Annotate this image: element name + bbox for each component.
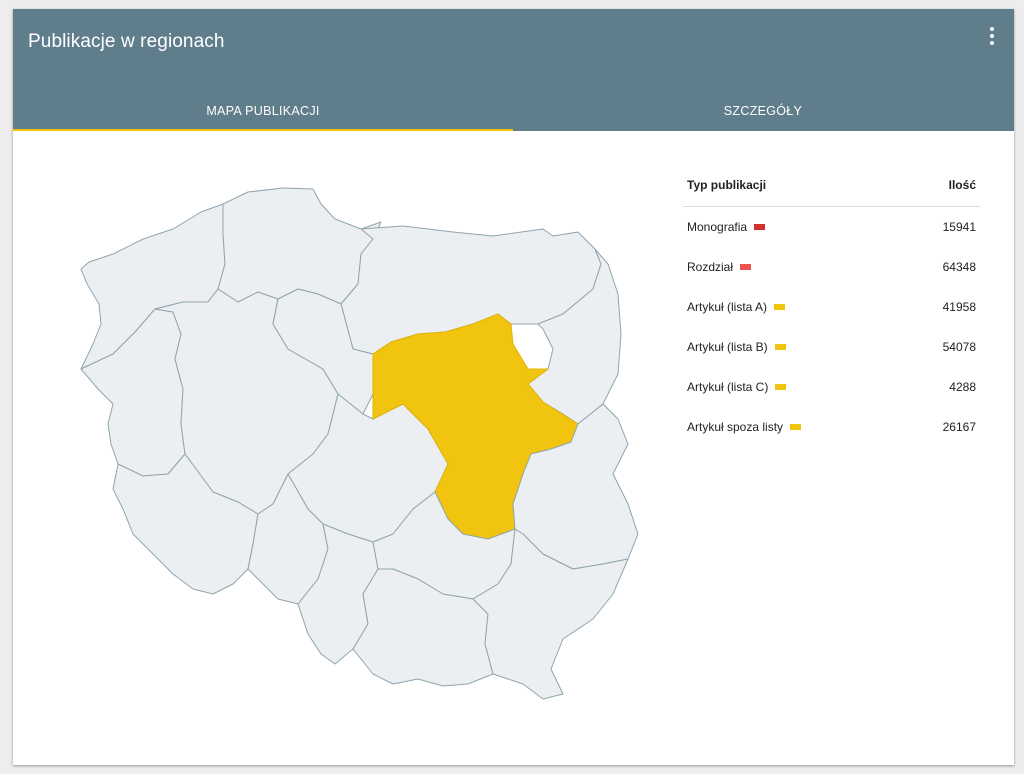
legend-row-count: 26167 (942, 420, 976, 434)
legend-row[interactable]: Artykuł spoza listy 26167 (683, 407, 980, 447)
legend-row-label: Artykuł (lista B) (687, 340, 786, 354)
legend-row-label: Artykuł (lista C) (687, 380, 787, 394)
card-title: Publikacje w regionach (28, 31, 225, 52)
legend-color-swatch (774, 343, 786, 350)
legend-row-label: Artykuł spoza listy (687, 420, 802, 434)
legend-row-name: Artykuł spoza listy (687, 420, 784, 434)
tab-bar: MAPA PUBLIKACJI SZCZEGÓŁY (13, 91, 1014, 131)
poland-map (73, 174, 643, 714)
tab-mapa-publikacji[interactable]: MAPA PUBLIKACJI (13, 91, 513, 131)
legend-row[interactable]: Artykuł (lista C) 4288 (683, 367, 980, 407)
legend-color-swatch (790, 423, 802, 430)
legend-row-name: Rozdział (687, 260, 734, 274)
legend-row-label: Artykuł (lista A) (687, 300, 786, 314)
publications-card: Publikacje w regionach MAPA PUBLIKACJI S… (13, 9, 1014, 765)
legend-row-count: 15941 (942, 220, 976, 234)
legend-count-header: Ilość (948, 178, 976, 192)
more-vert-icon[interactable] (980, 23, 1004, 49)
card-header: Publikacje w regionach MAPA PUBLIKACJI S… (13, 9, 1014, 131)
legend-row-label: Rozdział (687, 260, 752, 274)
legend-row-count: 41958 (942, 300, 976, 314)
active-tab-indicator (13, 129, 513, 131)
legend-row-name: Artykuł (lista B) (687, 340, 768, 354)
legend-color-swatch (754, 223, 766, 230)
legend-rows: Monografia 15941 Rozdział 64348 Artykuł (lis… (683, 207, 980, 447)
legend-row[interactable]: Artykuł (lista A) 41958 (683, 287, 980, 327)
poland-map-svg (80, 187, 639, 700)
legend-color-swatch (740, 263, 752, 270)
legend-row-name: Artykuł (lista C) (687, 380, 769, 394)
legend-type-header: Typ publikacji (687, 178, 767, 192)
legend-row-count: 4288 (949, 380, 976, 394)
legend-row-count: 64348 (942, 260, 976, 274)
legend-row-count: 54078 (942, 340, 976, 354)
tab-szczegoly[interactable]: SZCZEGÓŁY (513, 91, 1013, 131)
legend-row-name: Monografia (687, 220, 748, 234)
legend-row[interactable]: Artykuł (lista B) 54078 (683, 327, 980, 367)
legend-row-label: Monografia (687, 220, 766, 234)
legend-row[interactable]: Rozdział 64348 (683, 247, 980, 287)
legend-header: Typ publikacji Ilość (683, 164, 980, 207)
legend-color-swatch (775, 383, 787, 390)
legend-color-swatch (774, 303, 786, 310)
publication-legend: Typ publikacji Ilość Monografia 15941 Rozd… (683, 164, 980, 447)
legend-row-name: Artykuł (lista A) (687, 300, 768, 314)
legend-row[interactable]: Monografia 15941 (683, 207, 980, 247)
